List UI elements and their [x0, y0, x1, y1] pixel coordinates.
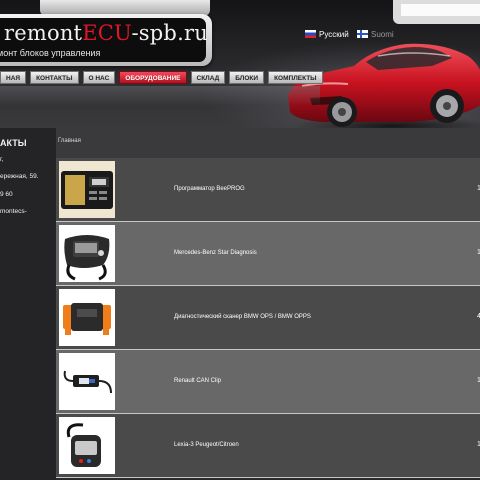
product-row[interactable]: Программатор BeePROG 1 — [56, 158, 480, 222]
logo-title-part1: remont — [4, 21, 83, 45]
search-box — [393, 0, 480, 24]
logo-screen: remontECU-spb.ru ремонт блоков управлени… — [0, 18, 208, 62]
logo-title-accent: ECU — [82, 21, 132, 45]
logo[interactable]: remontECU-spb.ru ремонт блоков управлени… — [0, 14, 212, 66]
diagnostic-case-icon[interactable] — [59, 225, 115, 282]
main-nav: НАЯ КОНТАКТЫ О НАС ОБОРУДОВАНИЕ СКЛАД БЛ… — [0, 71, 327, 84]
product-name[interactable]: Mercedes-Benz Star Diagnosis — [174, 250, 257, 256]
logo-title-part3: -spb.ru — [131, 21, 208, 45]
lexia-cable-icon[interactable] — [59, 417, 115, 474]
nav-item-warehouse[interactable]: СКЛАД — [190, 71, 226, 84]
sidebar-heading: АКТЫ — [0, 138, 27, 148]
sidebar-line: 9 60 — [0, 191, 13, 198]
logo-subtitle: ремонт блоков управления — [0, 48, 101, 58]
bmw-scanner-icon[interactable] — [59, 289, 115, 346]
site-header: remontECU-spb.ru ремонт блоков управлени… — [0, 0, 480, 128]
product-row[interactable]: Mercedes-Benz Star Diagnosis 1 — [56, 222, 480, 286]
product-name[interactable]: Lexia-3 Peugeot/Citroen — [174, 442, 239, 448]
product-name[interactable]: Диагностический сканер BMW OPS / BMW OPP… — [174, 314, 311, 320]
nav-item-equipment[interactable]: ОБОРУДОВАНИЕ — [119, 71, 187, 84]
nav-item-kits[interactable]: КОМПЛЕКТЫ — [268, 71, 323, 84]
nav-item-home[interactable]: НАЯ — [0, 71, 27, 84]
product-name[interactable]: Renault CAN Clip — [174, 378, 221, 384]
product-row[interactable]: Lexia-3 Peugeot/Citroen 1 — [56, 414, 480, 478]
product-row[interactable]: Диагностический сканер BMW OPS / BMW OPP… — [56, 286, 480, 350]
product-row[interactable]: Renault CAN Clip 1 — [56, 350, 480, 414]
nav-item-about[interactable]: О НАС — [82, 71, 116, 84]
product-name[interactable]: Программатор BeePROG — [174, 186, 245, 192]
sidebar-contacts: АКТЫ г, ережная, 59. 9 60 montecs- — [0, 128, 56, 480]
content-header: Главная — [56, 128, 480, 158]
search-input[interactable] — [401, 4, 480, 16]
sidebar-line: ережная, 59. — [0, 173, 39, 180]
breadcrumb[interactable]: Главная — [58, 138, 81, 144]
nav-glow — [0, 86, 320, 106]
nav-item-units[interactable]: БЛОКИ — [229, 71, 265, 84]
sidebar-line[interactable]: montecs- — [0, 208, 27, 215]
can-clip-icon[interactable] — [59, 353, 115, 410]
sidebar-line: г, — [0, 156, 4, 163]
logo-title: remontECU-spb.ru — [4, 21, 208, 45]
nav-item-contacts[interactable]: КОНТАКТЫ — [30, 71, 79, 84]
programmer-device-icon[interactable] — [59, 161, 115, 218]
